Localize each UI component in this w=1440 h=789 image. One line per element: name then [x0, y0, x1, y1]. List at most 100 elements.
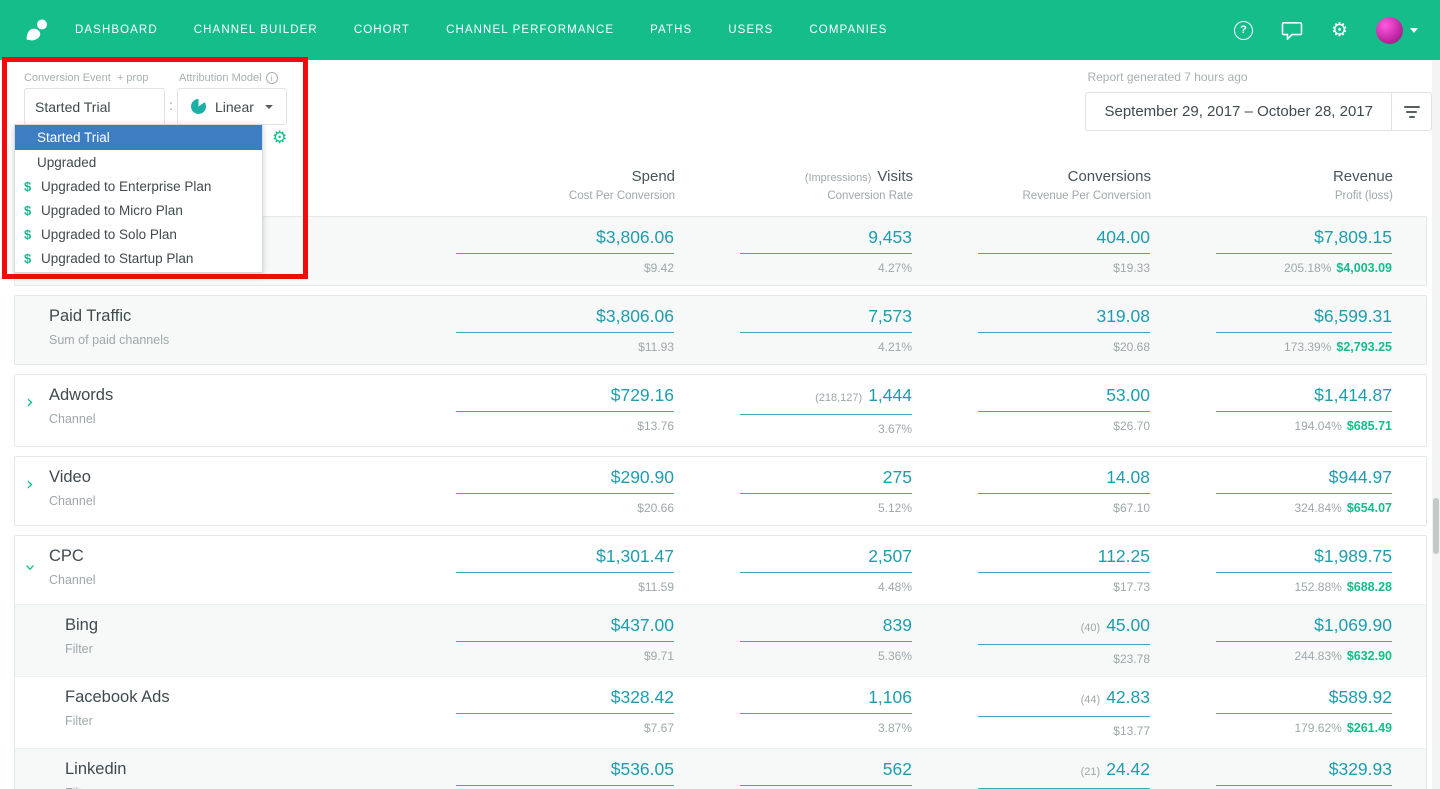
- metric-prefix: (40): [1080, 622, 1101, 634]
- spend-cell: $3,806.06 $11.93: [456, 306, 674, 354]
- column-header-main: Revenue: [1217, 168, 1393, 185]
- collapse-icon[interactable]: ›: [19, 564, 41, 572]
- column-header: Conversions Revenue Per Conversion: [979, 168, 1152, 202]
- caret-down-icon: [264, 104, 273, 109]
- nav-item-channel-performance[interactable]: CHANNEL PERFORMANCE: [446, 24, 614, 36]
- metric-value: 112.25: [978, 546, 1150, 573]
- metric-sub: 5.12%: [877, 501, 912, 515]
- expand-icon[interactable]: ›: [26, 475, 34, 494]
- metric-value: 9,453: [740, 227, 912, 254]
- metric-main: $536.05: [610, 759, 674, 779]
- settings-gear-icon[interactable]: ⚙: [272, 130, 287, 147]
- column-header-label: Revenue: [1332, 168, 1393, 185]
- revenue-cell: $589.92 179.62% $261.49: [1216, 687, 1392, 738]
- dropdown-option[interactable]: $ Upgraded to Solo Plan: [15, 222, 262, 246]
- column-header: Revenue Profit (loss): [1217, 168, 1393, 202]
- column-header-label: Conversions: [1067, 168, 1151, 185]
- metric-sub: $11.59: [638, 580, 674, 594]
- conversion-event-dropdown: Started Trial Upgraded $ Upgraded to Enterp…: [14, 124, 263, 273]
- conversions-cell: 319.08 $20.68: [978, 306, 1150, 354]
- nav-item-users[interactable]: USERS: [728, 24, 773, 36]
- gear-icon[interactable]: ⚙: [1331, 20, 1348, 40]
- metric-value: $1,989.75: [1216, 546, 1392, 573]
- table-card: Paid Traffic Sum of paid channels $3,806.0…: [14, 295, 1427, 365]
- metric-main: $290.90: [610, 467, 674, 487]
- metric-main: 7,573: [868, 306, 912, 326]
- nav-item-cohort[interactable]: COHORT: [354, 24, 410, 36]
- conversion-event-input[interactable]: [24, 88, 165, 125]
- conversions-cell: 14.08 $67.10: [978, 467, 1150, 515]
- info-icon[interactable]: i: [265, 72, 278, 84]
- metric-main: $729.16: [610, 385, 674, 405]
- visits-cell: 1,106 3.87%: [740, 687, 912, 738]
- table-card: › CPC Channel $1,301.47 $11.59 2,507 4.48% 112.…: [14, 535, 1427, 789]
- metric-value: $1,414.87: [1216, 385, 1392, 412]
- help-icon[interactable]: ?: [1233, 20, 1253, 40]
- nav-item-channel-builder[interactable]: CHANNEL BUILDER: [194, 24, 318, 36]
- revenue-cell: $7,809.15 205.18% $4,003.09: [1216, 227, 1392, 275]
- toolbar: Conversion Event + prop : Attribution Mo…: [0, 60, 1440, 273]
- metric-value: $329.93: [1216, 759, 1392, 786]
- metric-value: 404.00: [978, 227, 1150, 254]
- table-row: › CPC Channel $1,301.47 $11.59 2,507 4.48% 112.…: [15, 536, 1426, 604]
- scrollbar-track[interactable]: [1432, 60, 1440, 789]
- metric-main: $589.92: [1328, 687, 1392, 707]
- metric-value: $290.90: [456, 467, 674, 494]
- metric-value: $437.00: [456, 615, 674, 642]
- revenue-cell: $1,069.90 244.83% $632.90: [1216, 615, 1392, 666]
- dropdown-option[interactable]: $ Upgraded to Micro Plan: [15, 198, 262, 222]
- nav-item-paths[interactable]: PATHS: [650, 24, 692, 36]
- metric-main: 9,453: [868, 227, 912, 247]
- expand-icon[interactable]: ›: [26, 393, 34, 412]
- metric-prefix: (21): [1080, 766, 1101, 778]
- metric-sub: 244.83% $632.90: [1216, 642, 1392, 663]
- metric-sub: 152.88% $688.28: [1216, 573, 1392, 594]
- metric-main: $3,806.06: [596, 306, 674, 326]
- metric-main: $1,069.90: [1314, 615, 1392, 635]
- filter-sort-icon[interactable]: [1391, 93, 1431, 130]
- attribution-model-label: Attribution Model i: [179, 72, 278, 84]
- date-range-value[interactable]: September 29, 2017 – October 28, 2017: [1086, 93, 1391, 130]
- dropdown-option-label: Started Trial: [37, 130, 110, 145]
- column-header-label: Spend: [631, 168, 675, 185]
- avatar[interactable]: [1376, 16, 1403, 44]
- scrollbar-thumb[interactable]: [1433, 498, 1439, 554]
- profit-pct: 324.84%: [1294, 501, 1342, 515]
- dropdown-option[interactable]: $ Upgraded to Enterprise Plan: [15, 174, 262, 198]
- dropdown-option[interactable]: Upgraded: [15, 150, 262, 174]
- profit-pct: 179.62%: [1294, 721, 1342, 735]
- revenue-cell: $944.97 324.84% $654.07: [1216, 467, 1392, 515]
- spend-cell: $328.42 $7.67: [456, 687, 674, 738]
- date-range-box: September 29, 2017 – October 28, 2017: [1085, 92, 1432, 131]
- table-card: › Adwords Channel $729.16 $13.76 (218,127) 1,4…: [14, 374, 1427, 447]
- table-row: Bing Filter $437.00 $9.71 839 5.36% (40) 45.00 $…: [15, 604, 1426, 676]
- row-type-label: Filter: [65, 642, 93, 656]
- add-prop-link[interactable]: + prop: [117, 72, 149, 84]
- metric-sub: $9.42: [643, 261, 674, 275]
- metric-main: 319.08: [1096, 306, 1150, 326]
- visits-cell: 839 5.36%: [740, 615, 912, 666]
- row-name: Linkedin: [65, 760, 127, 778]
- chat-icon[interactable]: [1281, 21, 1303, 40]
- table-row: Facebook Ads Filter $328.42 $7.67 1,106 3.87%…: [15, 676, 1426, 748]
- metric-sub: $20.66: [637, 501, 674, 515]
- dropdown-option[interactable]: Started Trial: [15, 125, 262, 150]
- profit-value: $261.49: [1346, 721, 1392, 735]
- column-header-prefix: (Impressions): [804, 172, 872, 184]
- app-logo[interactable]: [22, 17, 49, 44]
- metric-sub: 4.48%: [877, 580, 912, 594]
- metric-value: (21) 24.42: [978, 759, 1150, 789]
- profit-pct: 173.39%: [1284, 340, 1332, 354]
- nav-item-dashboard[interactable]: DASHBOARD: [75, 24, 158, 36]
- metric-sub: $26.70: [1113, 419, 1150, 433]
- profit-value: $688.28: [1346, 580, 1392, 594]
- visits-cell: 7,573 4.21%: [740, 306, 912, 354]
- metric-value: 319.08: [978, 306, 1150, 333]
- row-type-label: Channel: [49, 494, 96, 508]
- dropdown-option[interactable]: $ Upgraded to Startup Plan: [15, 246, 262, 270]
- attribution-model-select[interactable]: Linear: [177, 88, 287, 125]
- nav-item-companies[interactable]: COMPANIES: [809, 24, 887, 36]
- account-menu[interactable]: [1376, 16, 1418, 44]
- column-header-main: Conversions: [979, 168, 1151, 185]
- metric-value: 53.00: [978, 385, 1150, 412]
